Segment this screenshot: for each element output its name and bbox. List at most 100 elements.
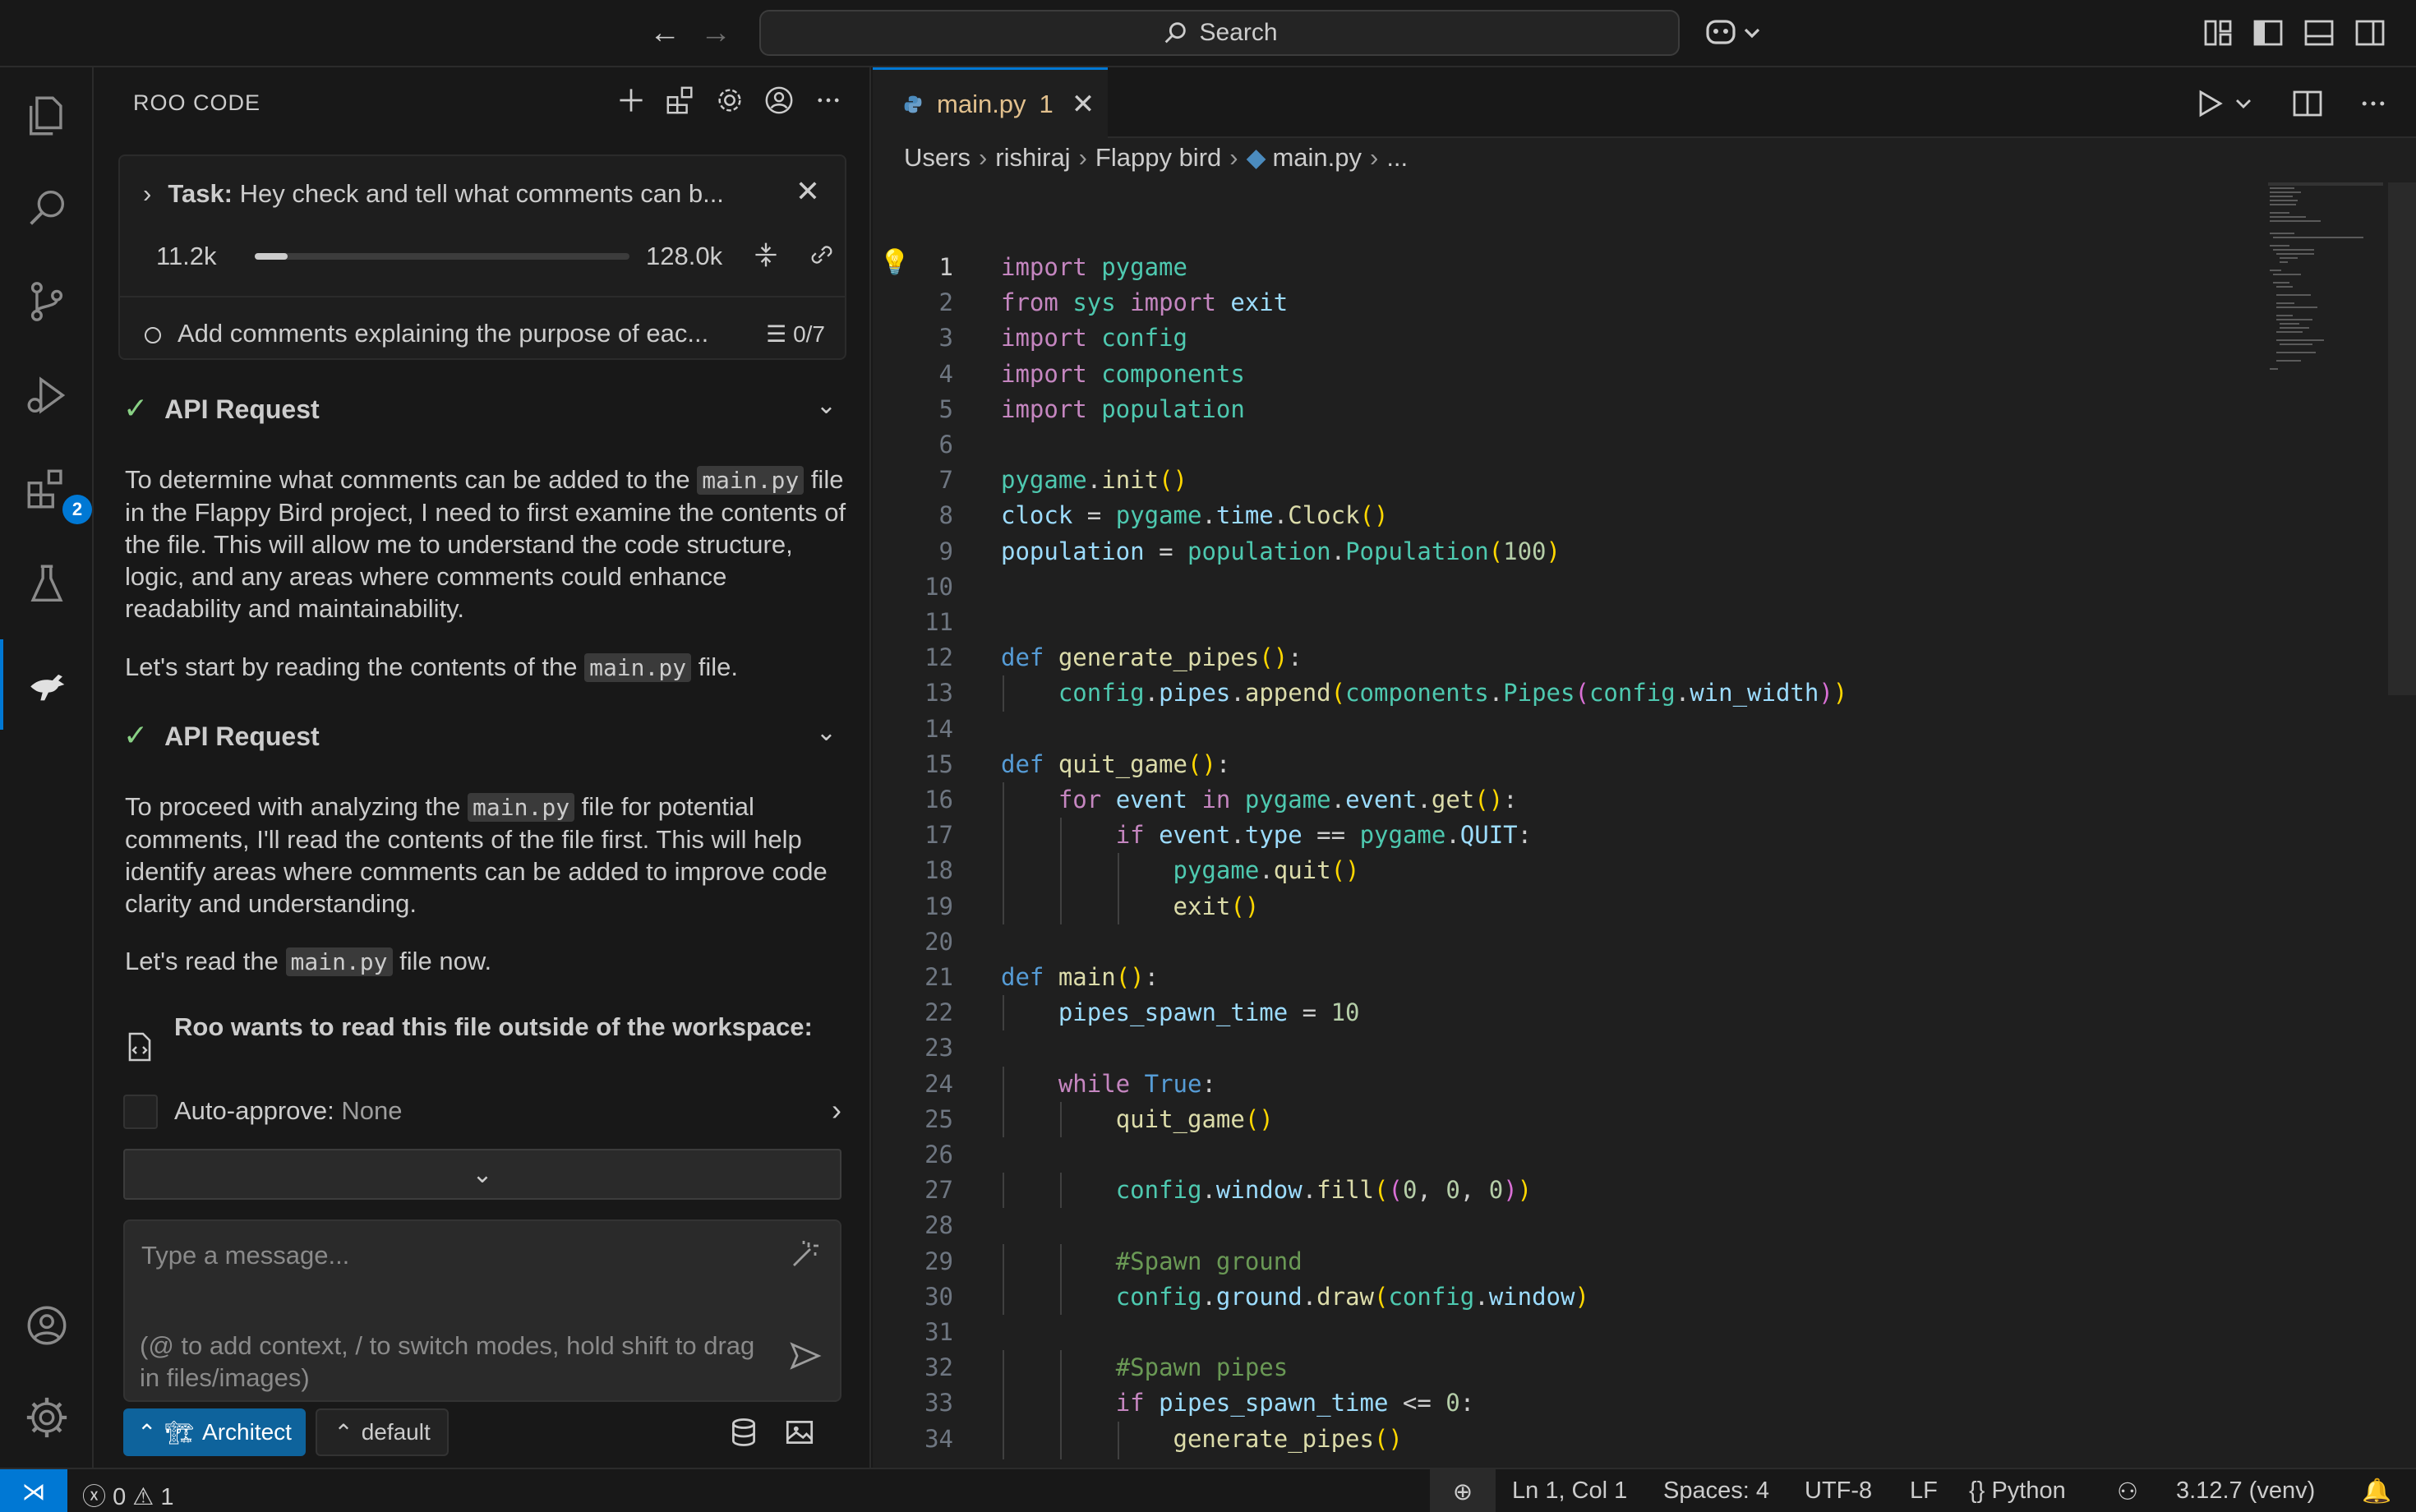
code-line[interactable]: 11 [873,605,2401,640]
code-line[interactable]: 25 quit_game() [873,1102,2401,1137]
code-line[interactable]: 31 [873,1315,2401,1350]
zoom-icon[interactable]: ⊕ [1430,1469,1496,1512]
code-line[interactable]: 32 #Spawn pipes [873,1350,2401,1385]
code-line[interactable]: 17 if event.type == pygame.QUIT: [873,818,2401,853]
chevron-right-icon[interactable]: › [832,1093,841,1127]
copilot-status-icon[interactable]: ⚇ [2117,1477,2138,1506]
code-line[interactable]: 10 [873,569,2401,605]
code-line[interactable]: 21 def main(): [873,960,2401,995]
run-debug-icon[interactable] [16,365,77,426]
expand-button[interactable]: ⌄ [123,1149,841,1200]
code-line[interactable]: 23 [873,1030,2401,1066]
database-icon[interactable] [726,1415,761,1454]
auto-approve-checkbox[interactable] [123,1095,158,1129]
python-interpreter[interactable]: 3.12.7 (venv) [2176,1477,2315,1505]
code-line[interactable]: 18 pygame.quit() [873,853,2401,888]
api-request-header[interactable]: ✓ API Request [123,718,320,753]
tab-main-py[interactable]: main.py 1 ✕ [873,67,1108,138]
code-line[interactable]: 4 import components [873,357,2401,392]
todo-list-summary[interactable]: Add comments explaining the purpose of e… [120,296,845,358]
more-actions-icon[interactable] [812,84,845,117]
code-line[interactable]: 19 exit() [873,889,2401,924]
code-line[interactable]: 20 [873,924,2401,960]
task-card[interactable]: › Task: Hey check and tell what comments … [118,154,846,360]
code-line[interactable]: 8 clock = pygame.time.Clock() [873,498,2401,533]
forward-arrow-icon[interactable]: → [700,15,731,51]
auto-approve-row[interactable]: Auto-approve: None › [123,1093,846,1136]
toggle-primary-sidebar-icon[interactable] [2252,16,2285,49]
source-control-icon[interactable] [16,271,77,332]
toggle-secondary-sidebar-icon[interactable] [2354,16,2386,49]
code-line[interactable]: 16 for event in pygame.event.get(): [873,782,2401,818]
code-line[interactable]: 9 population = population.Population(100) [873,534,2401,569]
account-icon[interactable] [763,84,795,117]
notifications-bell-icon[interactable]: 🔔 [2362,1477,2391,1505]
breadcrumb-item[interactable]: main.py [1272,143,1362,172]
split-editor-icon[interactable] [2289,85,2326,122]
code-line[interactable]: 28 [873,1208,2401,1243]
code-line[interactable]: 24 while True: [873,1067,2401,1102]
add-image-icon[interactable] [782,1415,817,1454]
roo-code-kangaroo-icon[interactable] [0,639,94,730]
api-request-header[interactable]: ✓ API Request [123,391,320,426]
code-line[interactable]: 1 import pygame [873,250,2401,285]
code-editor[interactable]: 💡 1 import pygame 2 from sys import exit 3 im… [873,177,2401,1459]
code-line[interactable]: 22 pipes_spawn_time = 10 [873,995,2401,1030]
search-view-icon[interactable] [16,177,77,238]
customize-layout-icon[interactable] [2202,16,2235,49]
editor-scrollbar[interactable] [2388,182,2416,695]
code-line[interactable]: 14 [873,712,2401,747]
code-line[interactable]: 35 pipes_spawn_time = 200 [873,1457,2401,1459]
mode-selector-button[interactable]: ⌃ 🏗 Architect [123,1408,306,1456]
cursor-position[interactable]: Ln 1, Col 1 [1512,1477,1627,1505]
code-line[interactable]: 7 pygame.init() [873,463,2401,498]
extensions-icon[interactable]: 2 [16,459,92,524]
code-line[interactable]: 15 def quit_game(): [873,747,2401,782]
breadcrumb-item[interactable]: ... [1386,143,1408,172]
copilot-icon[interactable] [1704,16,1770,49]
manage-gear-icon[interactable] [16,1387,77,1448]
more-actions-icon[interactable] [2355,85,2391,122]
breadcrumb-item[interactable]: Users [904,143,971,172]
share-link-icon[interactable] [807,240,837,274]
mcp-servers-icon[interactable] [664,84,697,117]
problems-indicator[interactable]: ⓧ 0 ⚠ 1 [82,1477,173,1512]
chat-input[interactable]: Type a message... (@ to add context, / t… [123,1219,841,1402]
remote-indicator-icon[interactable]: ⋊ [0,1469,67,1512]
send-icon[interactable] [789,1339,822,1376]
code-line[interactable]: 13 config.pipes.append(components.Pipes(… [873,675,2401,711]
code-line[interactable]: 34 generate_pipes() [873,1422,2401,1457]
code-line[interactable]: 2 from sys import exit [873,285,2401,320]
language-mode[interactable]: {} Python [1969,1477,2066,1505]
enhance-prompt-wand-icon[interactable] [789,1238,822,1275]
code-line[interactable]: 6 [873,427,2401,463]
code-line[interactable]: 30 config.ground.draw(config.window) [873,1279,2401,1315]
code-line[interactable]: 29 #Spawn ground [873,1244,2401,1279]
breadcrumb-item[interactable]: Flappy bird [1095,143,1221,172]
accounts-icon[interactable] [16,1295,77,1356]
chevron-down-icon[interactable]: ⌄ [816,718,837,747]
breadcrumb-item[interactable]: rishiraj [995,143,1070,172]
toggle-panel-icon[interactable] [2303,16,2335,49]
testing-flask-icon[interactable] [16,554,77,615]
code-line[interactable]: 27 config.window.fill((0, 0, 0)) [873,1173,2401,1208]
close-tab-icon[interactable]: ✕ [1072,88,1095,121]
code-line[interactable]: 5 import population [873,392,2401,427]
command-center-search[interactable]: Search [759,10,1680,56]
back-arrow-icon[interactable]: ← [649,15,680,51]
code-line[interactable]: 26 [873,1137,2401,1173]
profile-selector-button[interactable]: ⌃ default [316,1408,449,1456]
minimap[interactable] [2268,182,2383,429]
new-task-plus-icon[interactable] [615,84,648,117]
explorer-icon[interactable] [16,85,77,146]
code-line[interactable]: 33 if pipes_spawn_time <= 0: [873,1385,2401,1421]
code-line[interactable]: 3 import config [873,320,2401,356]
settings-gear-icon[interactable] [713,84,746,117]
chevron-down-icon[interactable]: ⌄ [816,391,837,420]
close-task-icon[interactable]: ✕ [795,174,820,209]
task-header[interactable]: › Task: Hey check and tell what comments … [143,179,792,209]
run-python-file-icon[interactable] [2194,85,2260,122]
code-line[interactable]: 12 def generate_pipes(): [873,640,2401,675]
encoding[interactable]: UTF-8 [1805,1477,1872,1505]
indentation[interactable]: Spaces: 4 [1663,1477,1769,1505]
